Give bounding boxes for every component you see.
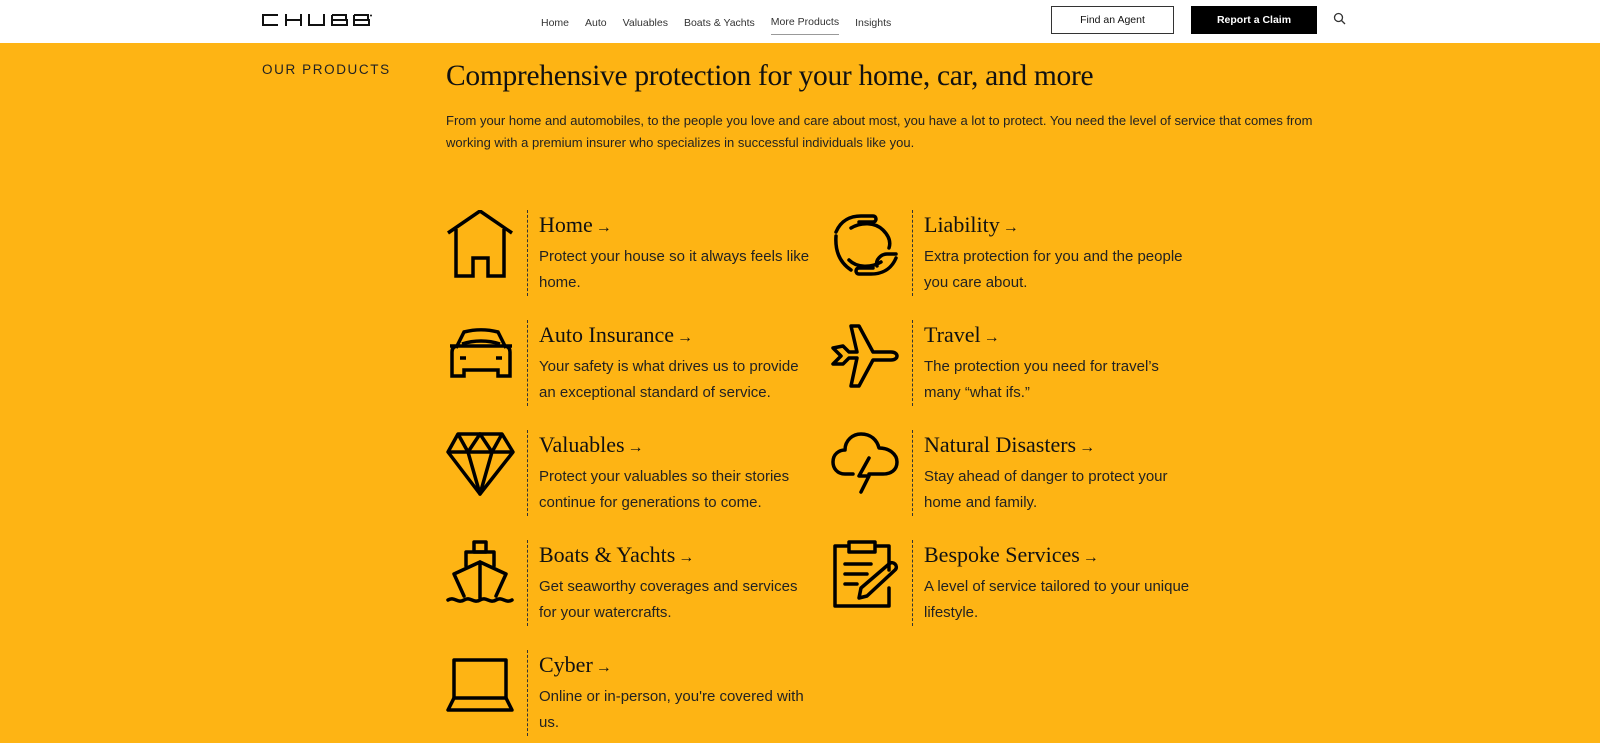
product-link-travel[interactable]: Travel → <box>924 322 1000 348</box>
card-divider <box>527 540 528 626</box>
airplane-icon <box>831 324 899 388</box>
product-title: Boats & Yachts <box>539 542 676 567</box>
product-title: Home <box>539 212 593 237</box>
product-card-natural-disasters[interactable]: Natural Disasters → Stay ahead of danger … <box>831 430 1211 516</box>
clipboard-pen-icon <box>833 540 899 608</box>
product-link-natural-disasters[interactable]: Natural Disasters → <box>924 432 1095 458</box>
product-title: Liability <box>924 212 1000 237</box>
card-divider <box>912 430 913 516</box>
car-icon <box>450 328 512 378</box>
card-divider <box>912 210 913 296</box>
chubb-logo-icon <box>262 14 372 26</box>
main-nav: Home Auto Valuables Boats & Yachts More … <box>541 0 907 43</box>
product-title: Valuables <box>539 432 625 457</box>
section-eyebrow: OUR PRODUCTS <box>262 62 391 77</box>
product-link-boats-yachts[interactable]: Boats & Yachts → <box>539 542 694 568</box>
card-divider <box>912 540 913 626</box>
page-title: Comprehensive protection for your home, … <box>446 60 1094 92</box>
product-description: A level of service tailored to your uniq… <box>924 578 1190 621</box>
product-card-valuables[interactable]: Valuables → Protect your valuables so the… <box>446 430 826 516</box>
product-link-auto-insurance[interactable]: Auto Insurance → <box>539 322 693 348</box>
arrow-right-icon: → <box>1082 549 1099 566</box>
card-divider <box>912 320 913 406</box>
nav-insights[interactable]: Insights <box>855 15 891 35</box>
site-header: Home Auto Valuables Boats & Yachts More … <box>0 0 1600 43</box>
nav-boats-yachts[interactable]: Boats & Yachts <box>684 15 755 35</box>
product-description: Protect your valuables so their stories … <box>539 468 790 511</box>
product-description: Protect your house so it always feels li… <box>539 248 810 291</box>
card-divider <box>527 210 528 296</box>
product-title: Natural Disasters <box>924 432 1077 457</box>
product-description: Get seaworthy coverages and services for… <box>539 578 798 621</box>
nav-auto[interactable]: Auto <box>585 15 607 35</box>
product-card-home[interactable]: Home → Protect your house so it always fe… <box>446 210 826 296</box>
nav-more-products[interactable]: More Products <box>770 14 840 35</box>
arrow-right-icon: → <box>1079 439 1096 456</box>
product-link-liability[interactable]: Liability → <box>924 212 1019 238</box>
product-link-home[interactable]: Home → <box>539 212 612 238</box>
report-claim-button[interactable]: Report a Claim <box>1191 6 1317 34</box>
product-card-cyber[interactable]: Cyber → Online or in-person, you're cover… <box>446 650 826 736</box>
arrow-right-icon: → <box>1002 219 1019 236</box>
product-link-valuables[interactable]: Valuables → <box>539 432 644 458</box>
product-description: Your safety is what drives us to provide… <box>539 358 799 401</box>
product-description: Online or in-person, you're covered with… <box>539 688 804 731</box>
laptop-icon <box>446 658 514 712</box>
arrow-right-icon: → <box>595 219 612 236</box>
chubb-logo[interactable] <box>262 13 372 27</box>
card-divider <box>527 320 528 406</box>
product-description: Extra protection for you and the people … <box>924 248 1183 291</box>
product-title: Travel <box>924 322 981 347</box>
product-description: The protection you need for travel’s man… <box>924 358 1159 401</box>
product-card-boats-yachts[interactable]: Boats & Yachts → Get seaworthy coverages … <box>446 540 826 626</box>
intro-text: From your home and automobiles, to the p… <box>446 113 1313 150</box>
house-icon <box>447 210 513 278</box>
card-divider <box>527 430 528 516</box>
arrow-right-icon: → <box>678 549 695 566</box>
product-card-travel[interactable]: Travel → The protection you need for trav… <box>831 320 1211 406</box>
product-description: Stay ahead of danger to protect your hom… <box>924 468 1168 511</box>
card-divider <box>527 650 528 736</box>
arrow-right-icon: → <box>983 329 1000 346</box>
storm-cloud-icon <box>831 432 899 494</box>
arrow-right-icon: → <box>677 329 694 346</box>
product-link-bespoke-services[interactable]: Bespoke Services → <box>924 542 1099 568</box>
arrow-right-icon: → <box>595 659 612 676</box>
diamond-icon <box>446 432 515 496</box>
product-title: Cyber <box>539 652 593 677</box>
product-link-cyber[interactable]: Cyber → <box>539 652 612 678</box>
nav-home[interactable]: Home <box>541 15 569 35</box>
find-agent-button[interactable]: Find an Agent <box>1051 6 1174 34</box>
product-card-auto[interactable]: Auto Insurance → Your safety is what driv… <box>446 320 826 406</box>
product-card-bespoke-services[interactable]: Bespoke Services → A level of service tai… <box>831 540 1211 626</box>
product-title: Auto Insurance <box>539 322 675 347</box>
arrow-right-icon: → <box>627 439 644 456</box>
nav-valuables[interactable]: Valuables <box>623 15 668 35</box>
search-icon[interactable] <box>1333 12 1347 26</box>
product-title: Bespoke Services <box>924 542 1080 567</box>
product-card-liability[interactable]: Liability → Extra protection for you and … <box>831 210 1211 296</box>
ship-icon <box>446 540 514 603</box>
hands-icon <box>834 214 898 276</box>
